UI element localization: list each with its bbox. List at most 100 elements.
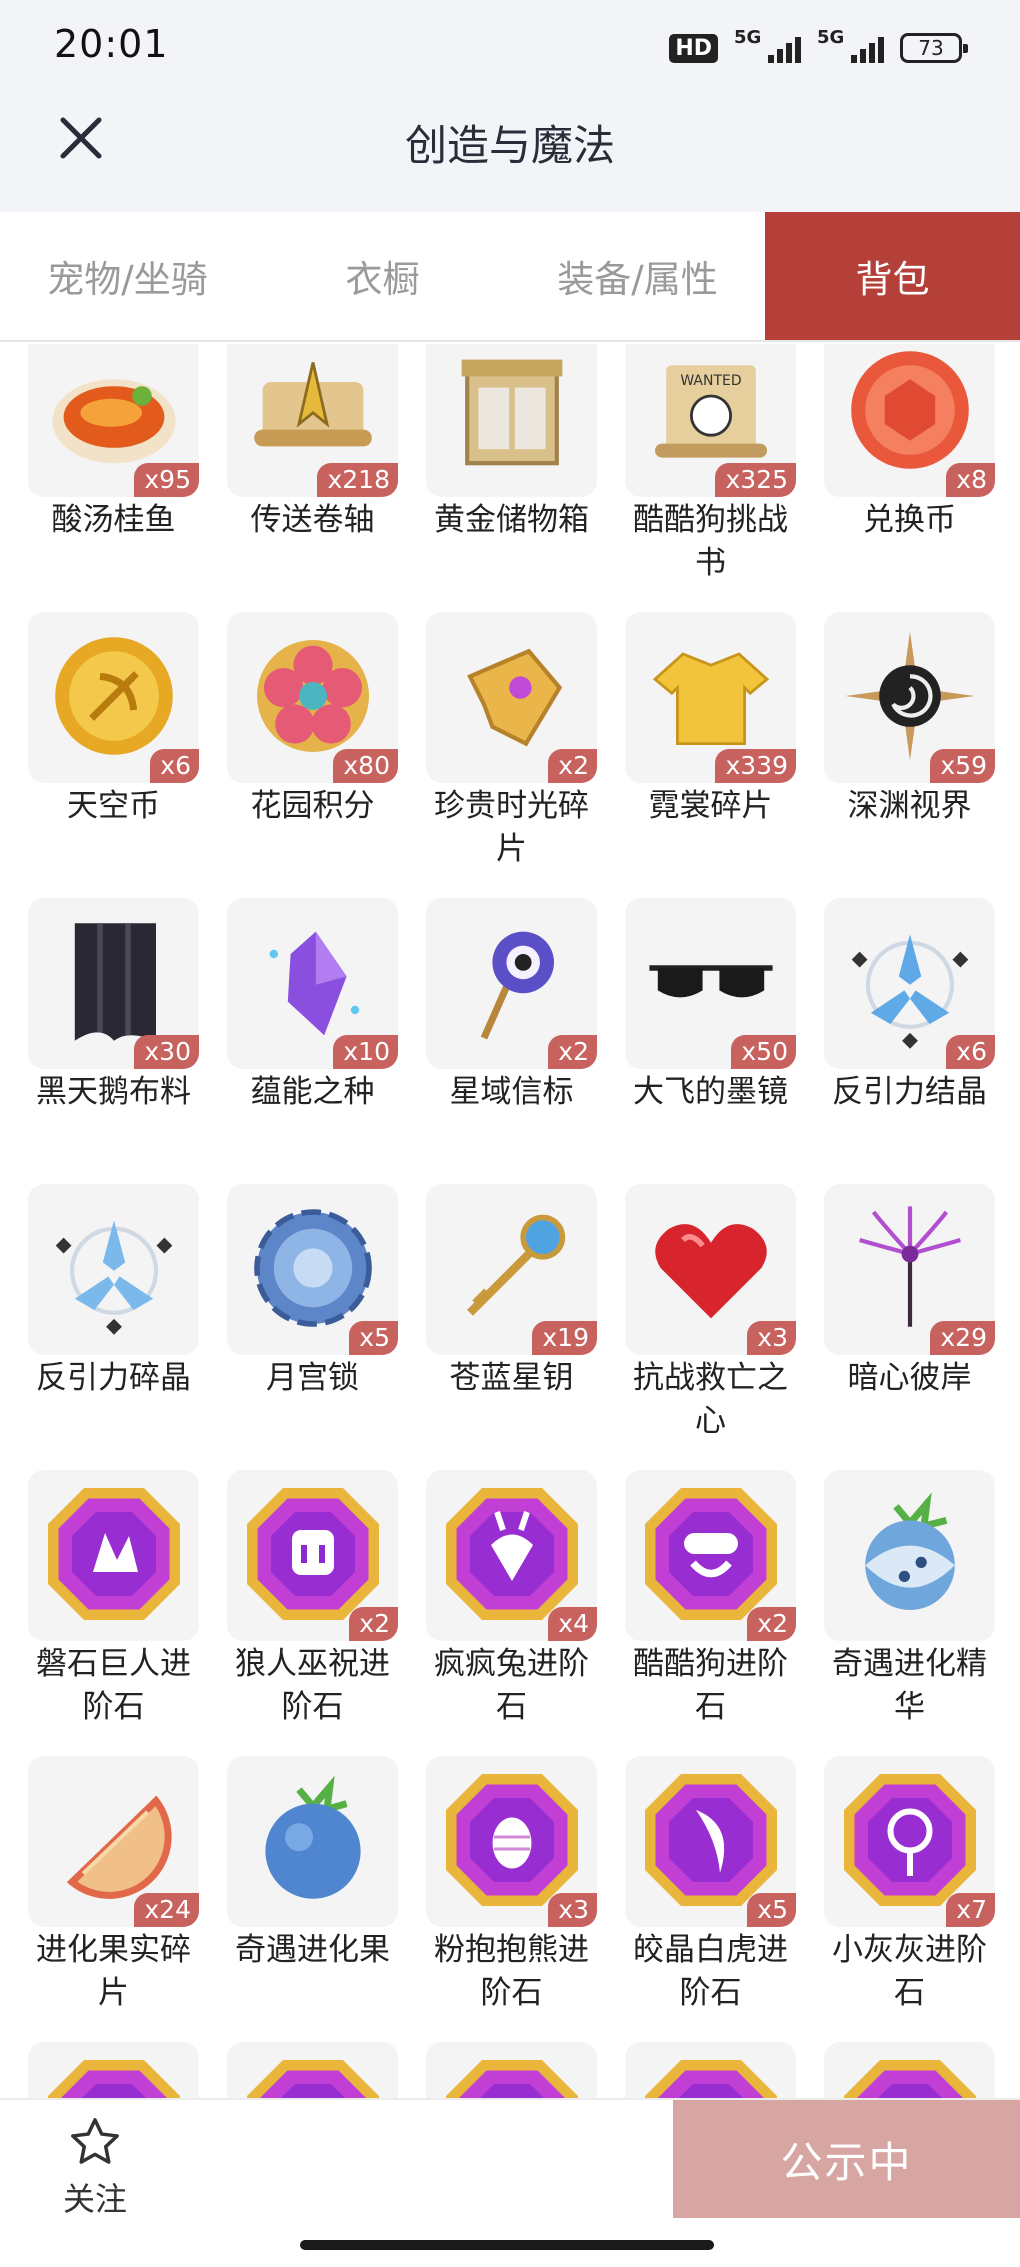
backpack-item[interactable]: x339 霓裳碎片 xyxy=(625,612,796,898)
item-thumbnail[interactable]: x339 xyxy=(625,612,796,783)
follow-button[interactable]: 关注 xyxy=(40,2114,150,2224)
item-thumbnail[interactable]: x59 xyxy=(824,612,995,783)
backpack-item[interactable]: x3 粉抱抱熊进阶石 xyxy=(426,1756,597,2042)
item-thumbnail[interactable] xyxy=(426,344,597,497)
item-count-badge: x2 xyxy=(548,749,597,783)
backpack-item[interactable]: x5 月宫锁 xyxy=(227,1184,398,1470)
backpack-item[interactable]: x95 酸汤桂鱼 xyxy=(28,344,199,612)
item-name: 狼人巫祝进阶石 xyxy=(235,1646,390,1725)
backpack-item[interactable] xyxy=(227,2042,398,2098)
tab-equipment[interactable]: 装备/属性 xyxy=(510,212,765,340)
item-thumbnail[interactable]: x5 xyxy=(625,1756,796,1927)
backpack-item[interactable]: x6 天空币 xyxy=(28,612,199,898)
backpack-item[interactable]: x5 皎晶白虎进阶石 xyxy=(625,1756,796,2042)
backpack-item[interactable]: 奇遇进化果 xyxy=(227,1756,398,2042)
item-count-badge: x218 xyxy=(317,463,398,497)
hd-badge: HD xyxy=(669,33,718,63)
item-thumbnail[interactable]: x3 xyxy=(625,1184,796,1355)
item-thumbnail[interactable] xyxy=(28,1470,199,1641)
item-thumbnail[interactable]: x2 xyxy=(227,1470,398,1641)
backpack-item[interactable]: x30 黑天鹅布料 xyxy=(28,898,199,1184)
backpack-item[interactable]: x2 星域信标 xyxy=(426,898,597,1184)
backpack-item[interactable]: x10 蕴能之种 xyxy=(227,898,398,1184)
backpack-item[interactable]: x80 花园积分 xyxy=(227,612,398,898)
item-thumbnail[interactable]: x7 xyxy=(824,1756,995,1927)
item-grid: x95 酸汤桂鱼 x218 传送卷轴 黄金储物箱 WANTED x325 酷酷狗挑战书 x8 兑换… xyxy=(28,344,998,2098)
backpack-item[interactable]: 黄金储物箱 xyxy=(426,344,597,612)
item-thumbnail[interactable]: x5 xyxy=(227,1184,398,1355)
item-thumbnail[interactable]: x6 xyxy=(28,612,199,783)
backpack-item[interactable]: 反引力碎晶 xyxy=(28,1184,199,1470)
publicity-button[interactable]: 公示中 xyxy=(673,2100,1020,2218)
item-count-badge: x24 xyxy=(134,1893,199,1927)
backpack-item[interactable]: x59 深渊视界 xyxy=(824,612,995,898)
item-thumbnail[interactable] xyxy=(625,2042,796,2098)
backpack-item[interactable]: x6 反引力结晶 xyxy=(824,898,995,1184)
signal-icon: 5G xyxy=(734,27,801,63)
backpack-item[interactable]: WANTED x325 酷酷狗挑战书 xyxy=(625,344,796,612)
item-name: 大飞的墨镜 xyxy=(633,1074,788,1110)
item-name: 星域信标 xyxy=(449,1074,574,1110)
item-thumbnail[interactable]: WANTED x325 xyxy=(625,344,796,497)
item-thumbnail[interactable]: x8 xyxy=(824,344,995,497)
moon-lock-icon xyxy=(243,1198,383,1342)
item-thumbnail[interactable] xyxy=(426,2042,597,2098)
item-thumbnail[interactable]: x218 xyxy=(227,344,398,497)
item-thumbnail[interactable]: x50 xyxy=(625,898,796,1069)
status-time: 20:01 xyxy=(54,22,169,66)
item-thumbnail[interactable]: x4 xyxy=(426,1470,597,1641)
gem-stone-icon xyxy=(437,2051,587,2098)
backpack-item[interactable]: x24 进化果实碎片 xyxy=(28,1756,199,2042)
star-icon xyxy=(71,2118,119,2164)
backpack-item[interactable]: 磐石巨人进阶石 xyxy=(28,1470,199,1756)
tab-backpack[interactable]: 背包 xyxy=(765,212,1020,340)
tab-wardrobe[interactable]: 衣橱 xyxy=(255,212,510,340)
item-thumbnail[interactable]: x2 xyxy=(426,898,597,1069)
backpack-item[interactable]: x7 小灰灰进阶石 xyxy=(824,1756,995,2042)
item-thumbnail[interactable]: x19 xyxy=(426,1184,597,1355)
item-thumbnail[interactable]: x6 xyxy=(824,898,995,1069)
item-thumbnail[interactable]: x80 xyxy=(227,612,398,783)
battery-icon: 73 xyxy=(900,33,968,63)
backpack-item[interactable] xyxy=(625,2042,796,2098)
backpack-item[interactable]: x50 大飞的墨镜 xyxy=(625,898,796,1184)
backpack-item[interactable]: x2 珍贵时光碎片 xyxy=(426,612,597,898)
item-thumbnail[interactable] xyxy=(227,1756,398,1927)
backpack-item[interactable]: x2 狼人巫祝进阶石 xyxy=(227,1470,398,1756)
item-thumbnail[interactable]: x2 xyxy=(625,1470,796,1641)
item-thumbnail[interactable] xyxy=(28,2042,199,2098)
item-count-badge: x2 xyxy=(349,1607,398,1641)
item-thumbnail[interactable] xyxy=(824,1470,995,1641)
item-name: 反引力碎晶 xyxy=(36,1360,191,1396)
tab-pets[interactable]: 宠物/坐骑 xyxy=(0,212,255,340)
item-thumbnail[interactable]: x2 xyxy=(426,612,597,783)
backpack-item[interactable]: 奇遇进化精华 xyxy=(824,1470,995,1756)
backpack-item[interactable]: x8 兑换币 xyxy=(824,344,995,612)
item-thumbnail[interactable]: x29 xyxy=(824,1184,995,1355)
item-thumbnail[interactable]: x30 xyxy=(28,898,199,1069)
backpack-item[interactable]: x218 传送卷轴 xyxy=(227,344,398,612)
item-thumbnail[interactable] xyxy=(28,1184,199,1355)
item-thumbnail[interactable]: x95 xyxy=(28,344,199,497)
item-thumbnail[interactable]: x10 xyxy=(227,898,398,1069)
fruit-slice-icon xyxy=(44,1770,184,1914)
backpack-list[interactable]: x95 酸汤桂鱼 x218 传送卷轴 黄金储物箱 WANTED x325 酷酷狗挑战书 x8 兑换… xyxy=(0,344,1020,2098)
backpack-item[interactable]: x19 苍蓝星钥 xyxy=(426,1184,597,1470)
gold-chest-icon xyxy=(442,344,582,484)
item-name: 奇遇进化果 xyxy=(235,1932,390,1968)
spider-lily-icon xyxy=(840,1198,980,1342)
item-thumbnail[interactable]: x24 xyxy=(28,1756,199,1927)
backpack-item[interactable]: x29 暗心彼岸 xyxy=(824,1184,995,1470)
backpack-item[interactable]: x4 疯疯兔进阶石 xyxy=(426,1470,597,1756)
item-name: 月宫锁 xyxy=(266,1360,359,1396)
item-thumbnail[interactable]: x3 xyxy=(426,1756,597,1927)
item-thumbnail[interactable] xyxy=(824,2042,995,2098)
backpack-item[interactable]: x3 抗战救亡之心 xyxy=(625,1184,796,1470)
tab-bar: 宠物/坐骑 衣橱 装备/属性 背包 xyxy=(0,212,1020,342)
backpack-item[interactable] xyxy=(426,2042,597,2098)
backpack-item[interactable] xyxy=(28,2042,199,2098)
backpack-item[interactable] xyxy=(824,2042,995,2098)
item-count-badge: x10 xyxy=(333,1035,398,1069)
backpack-item[interactable]: x2 酷酷狗进阶石 xyxy=(625,1470,796,1756)
item-thumbnail[interactable] xyxy=(227,2042,398,2098)
